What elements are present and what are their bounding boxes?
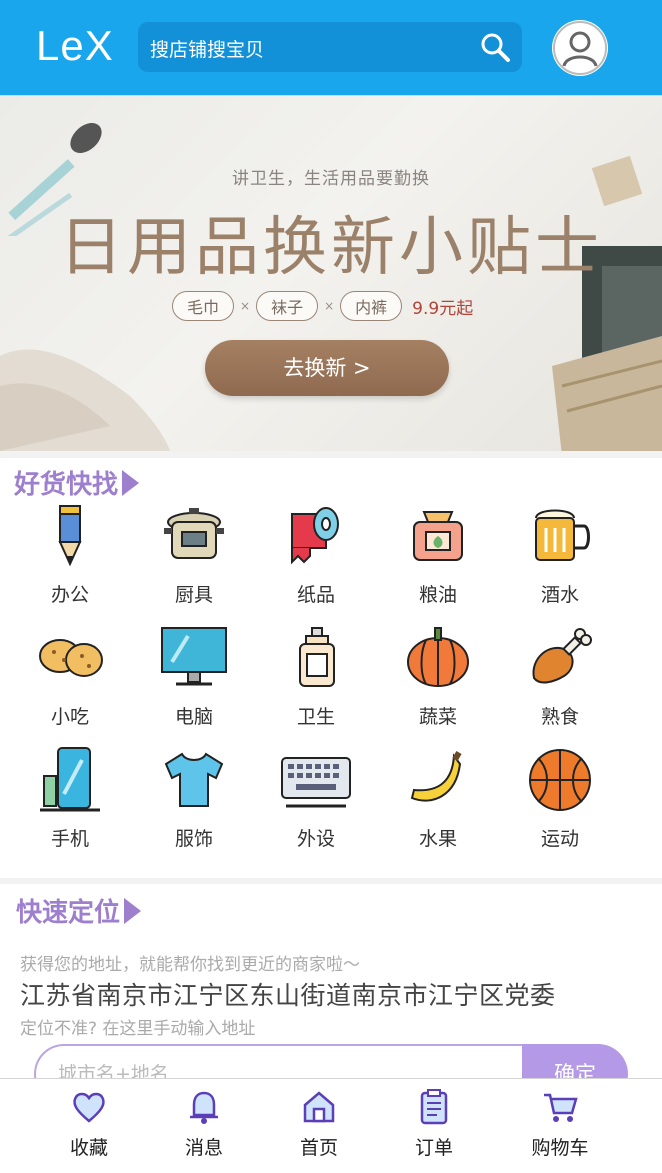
category-label: 酒水 [540, 584, 579, 606]
category-grain-oil[interactable]: 粮油 [383, 500, 493, 607]
nav-label: 首页 [299, 1137, 338, 1159]
tag-separator: × [324, 299, 335, 313]
tshirt-icon [164, 752, 224, 807]
category-drinks[interactable]: 酒水 [505, 500, 615, 607]
category-label: 熟食 [540, 706, 579, 728]
user-icon [553, 21, 607, 75]
home-icon [303, 1091, 335, 1123]
beer-mug-icon [535, 509, 590, 561]
bottom-nav: 收藏 消息 首页 订单 购物车 [0, 1078, 662, 1173]
category-label: 手机 [50, 828, 89, 850]
category-vegetables[interactable]: 蔬菜 [383, 622, 493, 729]
nav-cart[interactable]: 购物车 [505, 1087, 615, 1160]
category-label: 小吃 [50, 706, 89, 728]
search-box[interactable]: 搜店铺搜宝贝 [138, 22, 522, 72]
banner-title: 日用品换新小贴士 [59, 211, 603, 285]
section-title-text: 快速定位 [16, 898, 121, 928]
category-label: 卫生 [296, 706, 335, 728]
nav-orders[interactable]: 订单 [379, 1087, 489, 1160]
nav-favorites[interactable]: 收藏 [34, 1087, 144, 1160]
category-sports[interactable]: 运动 [505, 744, 615, 851]
category-label: 运动 [540, 828, 579, 850]
category-phone[interactable]: 手机 [15, 744, 125, 851]
logo[interactable]: LeX [36, 22, 114, 70]
triangle-icon [124, 897, 142, 924]
tag-separator: × [240, 299, 251, 313]
banner-price: 9.9元起 [412, 298, 474, 319]
category-panel: 好货快找 办公 厨具 纸品 粮油 酒水 小吃 电脑 卫生 蔬菜 熟食 手机 服饰… [0, 458, 662, 878]
category-label: 纸品 [296, 584, 335, 606]
category-office[interactable]: 办公 [15, 500, 125, 607]
category-snacks[interactable]: 小吃 [15, 622, 125, 729]
category-kitchenware[interactable]: 厨具 [139, 500, 249, 607]
category-label: 粮油 [418, 584, 457, 606]
nav-home[interactable]: 首页 [264, 1087, 374, 1160]
toilet-paper-icon [291, 507, 339, 565]
drumstick-icon [532, 628, 592, 684]
cart-icon [544, 1093, 578, 1122]
bell-icon [190, 1091, 218, 1124]
basketball-icon [529, 749, 591, 811]
renew-button[interactable]: 去换新 > [205, 340, 449, 396]
pencil-icon [58, 505, 82, 567]
section-title-categories: 好货快找 [14, 464, 140, 501]
monitor-icon [161, 627, 227, 686]
clipboard-icon [420, 1089, 448, 1125]
location-panel: 快速定位 获得您的地址，就能帮你找到更近的商家啦～ 江苏省南京市江宁区东山街道南… [0, 884, 662, 1104]
category-apparel[interactable]: 服饰 [139, 744, 249, 851]
tag-socks: 袜子 [256, 291, 319, 321]
tag-underwear: 内裤 [340, 291, 403, 321]
tag-towel: 毛巾 [172, 291, 235, 321]
banner-tags: 毛巾 × 袜子 × 内裤 9.9元起 [172, 291, 473, 321]
nav-label: 订单 [414, 1137, 453, 1159]
towel-decoration [0, 349, 170, 451]
nav-label: 购物车 [531, 1137, 589, 1159]
heart-icon [73, 1092, 105, 1123]
category-label: 外设 [296, 828, 335, 850]
soap-dispenser-icon [299, 627, 335, 687]
app-header: LeX 搜店铺搜宝贝 [0, 0, 662, 96]
category-label: 水果 [418, 828, 457, 850]
banner-subtitle: 讲卫生，生活用品要勤换 [232, 169, 430, 189]
banana-icon [410, 751, 462, 802]
location-hint: 获得您的地址，就能帮你找到更近的商家啦～ [20, 955, 360, 975]
category-hygiene[interactable]: 卫生 [261, 622, 371, 729]
triangle-icon [122, 469, 140, 496]
nav-messages[interactable]: 消息 [149, 1087, 259, 1160]
search-icon[interactable] [478, 30, 512, 64]
category-peripherals[interactable]: 外设 [261, 744, 371, 851]
grain-sack-icon [413, 511, 463, 561]
avatar[interactable] [552, 20, 608, 76]
category-label: 电脑 [174, 706, 213, 728]
category-paper[interactable]: 纸品 [261, 500, 371, 607]
category-label: 蔬菜 [418, 706, 457, 728]
category-label: 厨具 [174, 584, 213, 606]
nav-label: 消息 [184, 1137, 223, 1159]
category-computer[interactable]: 电脑 [139, 622, 249, 729]
keyboard-icon [281, 757, 351, 808]
rice-cooker-icon [164, 508, 224, 559]
category-label: 服饰 [174, 828, 213, 850]
pumpkin-icon [407, 627, 469, 687]
location-address: 江苏省南京市江宁区东山街道南京市江宁区党委 [20, 981, 556, 1010]
category-label: 办公 [50, 584, 89, 606]
section-title-location: 快速定位 [16, 892, 142, 929]
promo-banner[interactable]: 讲卫生，生活用品要勤换 日用品换新小贴士 毛巾 × 袜子 × 内裤 9.9元起 … [0, 96, 662, 451]
search-input[interactable]: 搜店铺搜宝贝 [150, 35, 264, 62]
nav-label: 收藏 [69, 1137, 108, 1159]
category-fruit[interactable]: 水果 [383, 744, 493, 851]
phone-icon [40, 747, 100, 812]
category-deli[interactable]: 熟食 [505, 622, 615, 729]
location-manual-hint: 定位不准? 在这里手动输入地址 [20, 1019, 256, 1039]
section-title-text: 好货快找 [14, 470, 119, 500]
cookie-icon [39, 639, 103, 677]
